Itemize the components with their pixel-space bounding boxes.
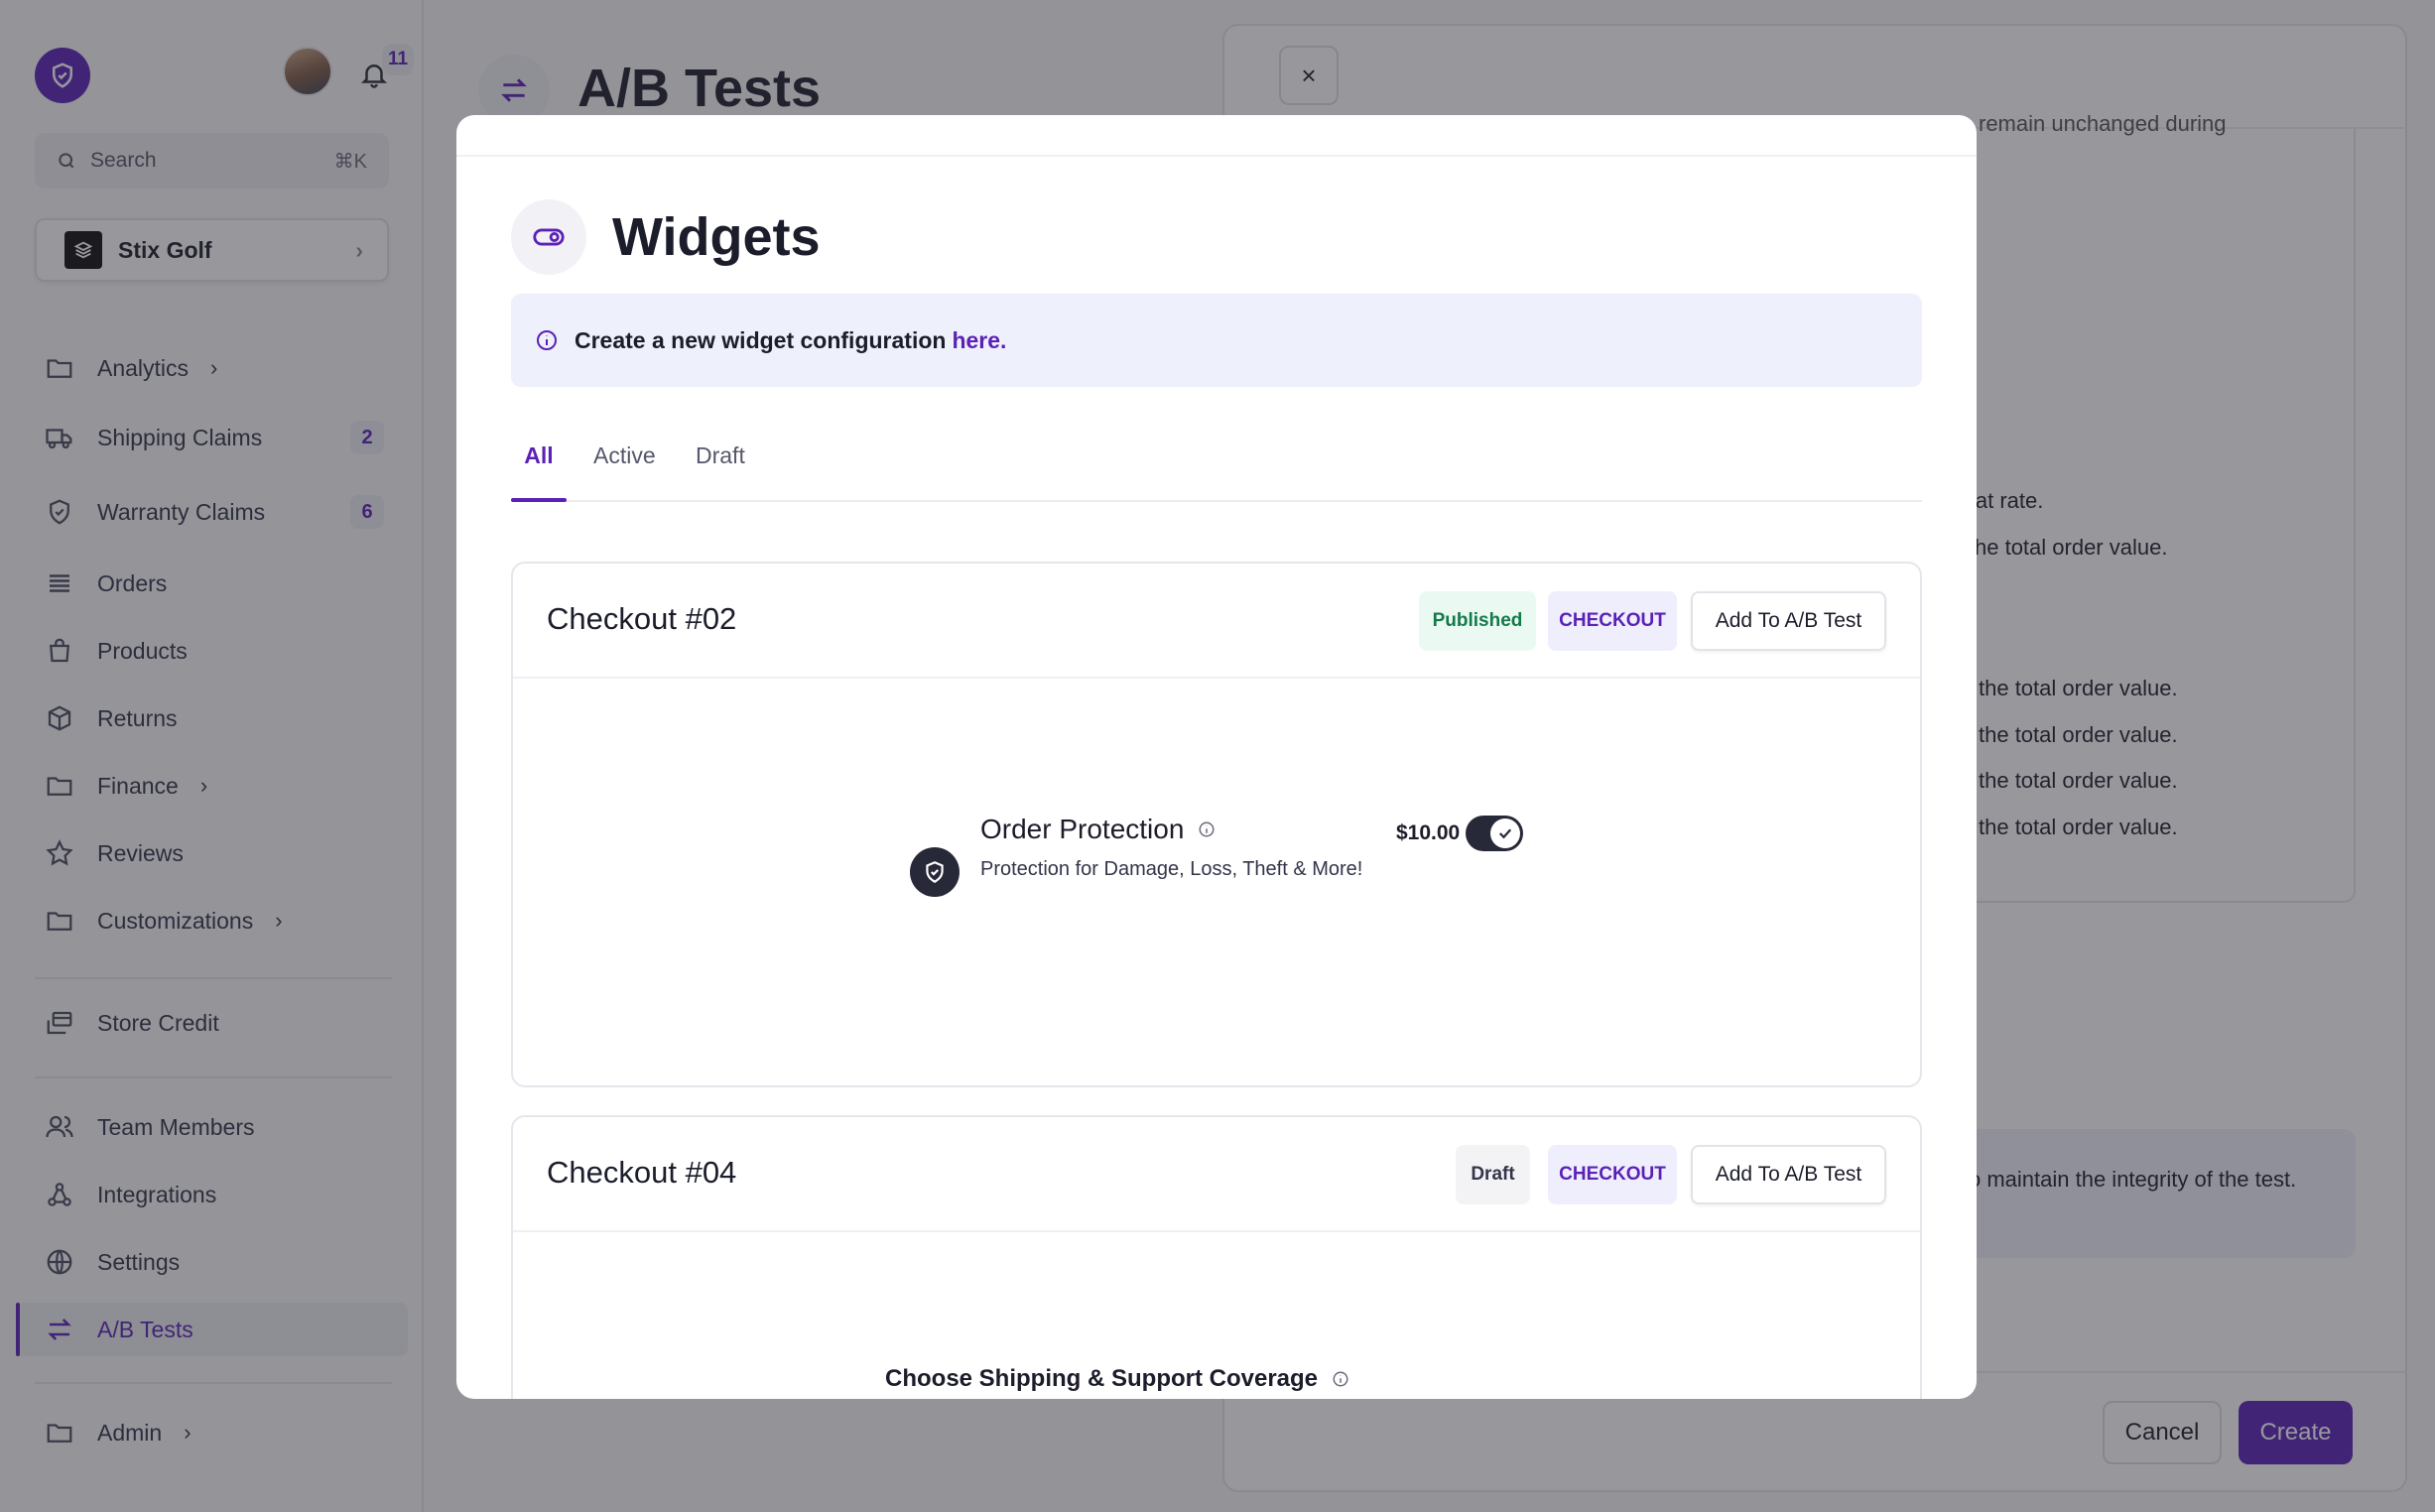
widget-card-title: Checkout #02 [547,601,737,636]
widget-card-header: Checkout #02 Published CHECKOUT Add To A… [513,564,1920,679]
preview-description: Protection for Damage, Loss, Theft & Mor… [980,858,1363,880]
shield-check-icon [910,847,960,897]
add-to-ab-test-button[interactable]: Add To A/B Test [1691,591,1886,651]
add-to-ab-test-button[interactable]: Add To A/B Test [1691,1145,1886,1204]
preview-title-row: Order Protection [980,814,1216,845]
widget-card-header: Checkout #04 Draft CHECKOUT Add To A/B T… [513,1117,1920,1232]
info-circle-icon[interactable] [1198,820,1216,838]
toggle-icon [533,228,565,246]
protection-toggle[interactable] [1466,816,1523,851]
tab-bar: All Active Draft [511,442,1922,502]
modal-divider [456,155,1977,157]
modal-icon [511,199,586,275]
info-banner: Create a new widget configuration here. [511,294,1922,387]
check-icon [1490,819,1520,848]
type-badge: CHECKOUT [1548,591,1677,651]
preview-title-row: Choose Shipping & Support Coverage [885,1365,1349,1393]
widget-card: Checkout #04 Draft CHECKOUT Add To A/B T… [511,1115,1922,1399]
type-badge: CHECKOUT [1548,1145,1677,1204]
widget-card: Checkout #02 Published CHECKOUT Add To A… [511,562,1922,1087]
tab-draft[interactable]: Draft [696,442,745,502]
status-badge: Draft [1456,1145,1530,1204]
info-text: Create a new widget configuration [575,326,947,353]
create-widget-link[interactable]: here. [952,327,1006,354]
preview-title: Choose Shipping & Support Coverage [885,1365,1319,1392]
info-circle-icon[interactable] [1332,1370,1349,1388]
modal-title: Widgets [612,207,821,267]
tab-all[interactable]: All [511,442,567,502]
status-badge: Published [1419,591,1536,651]
widget-card-title: Checkout #04 [547,1155,737,1190]
preview-title: Order Protection [980,814,1185,844]
info-circle-icon [535,328,559,352]
widgets-modal: Widgets Create a new widget configuratio… [456,115,1977,1399]
tab-active[interactable]: Active [593,442,656,502]
preview-price: $10.00 [1396,821,1461,844]
